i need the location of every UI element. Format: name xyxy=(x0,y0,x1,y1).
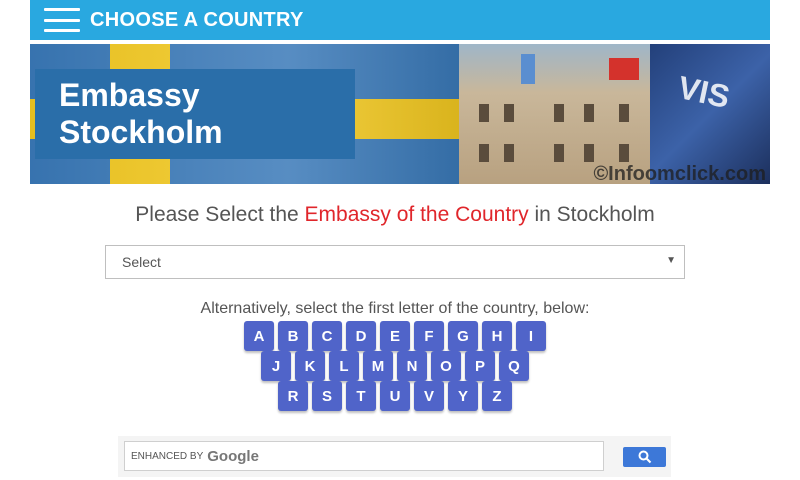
heading-suffix: in Stockholm xyxy=(528,203,655,226)
country-select-value: Select xyxy=(122,254,161,270)
heading-accent: Embassy of the Country xyxy=(304,203,529,226)
search-button[interactable] xyxy=(623,447,666,467)
letter-button-m[interactable]: M xyxy=(363,351,393,381)
letter-button-f[interactable]: F xyxy=(414,321,444,351)
top-bar-title[interactable]: CHOOSE A COUNTRY xyxy=(90,9,304,32)
google-search-box: ENHANCED BY Google xyxy=(118,436,671,477)
letter-button-v[interactable]: V xyxy=(414,381,444,411)
watermark: ©Infoomclick.com xyxy=(593,163,766,184)
banner: VIS ©Infoomclick.com Embassy Stockholm xyxy=(30,44,770,184)
country-select[interactable]: Select ▼ xyxy=(105,245,685,279)
letter-button-r[interactable]: R xyxy=(278,381,308,411)
letter-button-t[interactable]: T xyxy=(346,381,376,411)
letter-button-h[interactable]: H xyxy=(482,321,512,351)
page: CHOOSE A COUNTRY VIS ©Infoomclick.com Em… xyxy=(0,0,800,480)
chevron-down-icon: ▼ xyxy=(666,255,676,266)
letter-button-s[interactable]: S xyxy=(312,381,342,411)
search-input-wrapper: ENHANCED BY Google xyxy=(124,441,604,471)
search-icon xyxy=(638,450,651,464)
hamburger-menu-icon[interactable] xyxy=(44,8,80,32)
letter-button-j[interactable]: J xyxy=(261,351,291,381)
top-bar: CHOOSE A COUNTRY xyxy=(30,0,770,40)
letter-button-e[interactable]: E xyxy=(380,321,410,351)
letter-button-z[interactable]: Z xyxy=(482,381,512,411)
letter-row-2: J K L M N O P Q xyxy=(0,351,790,381)
letter-button-b[interactable]: B xyxy=(278,321,308,351)
alternative-instruction: Alternatively, select the first letter o… xyxy=(200,300,590,317)
letter-row-3: R S T U V Y Z xyxy=(0,381,790,411)
heading-prefix: Please Select the xyxy=(135,203,305,226)
letter-button-a[interactable]: A xyxy=(244,321,274,351)
letter-row-1: A B C D E F G H I xyxy=(0,321,790,351)
search-input[interactable] xyxy=(125,442,585,470)
letter-button-l[interactable]: L xyxy=(329,351,359,381)
letter-button-u[interactable]: U xyxy=(380,381,410,411)
select-heading: Please Select the Embassy of the Country… xyxy=(0,203,790,227)
letter-button-c[interactable]: C xyxy=(312,321,342,351)
letter-button-q[interactable]: Q xyxy=(499,351,529,381)
letter-button-d[interactable]: D xyxy=(346,321,376,351)
letter-button-i[interactable]: I xyxy=(516,321,546,351)
letter-button-o[interactable]: O xyxy=(431,351,461,381)
letter-button-g[interactable]: G xyxy=(448,321,478,351)
letter-button-n[interactable]: N xyxy=(397,351,427,381)
page-title: Embassy Stockholm xyxy=(59,77,223,150)
visa-text: VIS xyxy=(674,69,733,115)
letter-button-k[interactable]: K xyxy=(295,351,325,381)
letter-button-y[interactable]: Y xyxy=(448,381,478,411)
letter-button-p[interactable]: P xyxy=(465,351,495,381)
banner-label: Embassy Stockholm xyxy=(35,69,355,159)
